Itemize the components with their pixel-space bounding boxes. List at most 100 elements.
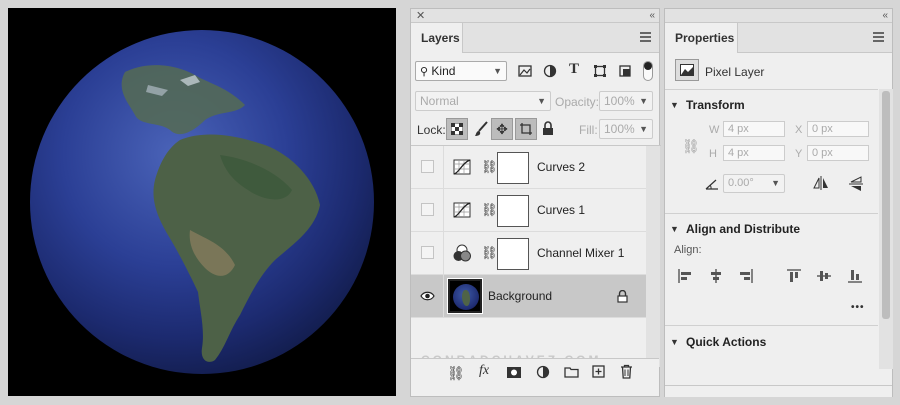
align-bottom-icon[interactable] bbox=[848, 269, 862, 283]
document-canvas[interactable] bbox=[8, 8, 396, 396]
align-top-icon[interactable] bbox=[787, 269, 801, 283]
quick-actions-section: ▼ Quick Actions bbox=[665, 325, 878, 365]
collapse-icon[interactable]: « bbox=[882, 9, 887, 22]
lock-all-icon[interactable] bbox=[542, 121, 554, 136]
chevron-down-icon: ▼ bbox=[771, 178, 780, 188]
lock-label: Lock: bbox=[417, 123, 446, 137]
chevron-down-icon: ▼ bbox=[639, 96, 648, 106]
blend-mode-value: Normal bbox=[420, 94, 459, 108]
layer-row-channel-mixer-1[interactable]: ⛓ Channel Mixer 1 bbox=[411, 232, 646, 275]
layer-type-label: Pixel Layer bbox=[705, 65, 765, 79]
link-dimensions-icon[interactable]: ⛓ bbox=[682, 138, 700, 155]
properties-panel: « Properties Pixel Layer ▼ Transform ⛓ W… bbox=[664, 8, 893, 397]
tab-layers[interactable]: Layers bbox=[411, 23, 463, 53]
align-section: ▼ Align and Distribute Align: ••• bbox=[665, 213, 878, 325]
tab-properties[interactable]: Properties bbox=[665, 23, 738, 53]
align-vertical-center-icon[interactable] bbox=[817, 269, 831, 283]
channel-mixer-icon bbox=[453, 244, 471, 262]
fx-icon[interactable]: fx bbox=[479, 363, 489, 379]
chevron-down-icon: ▼ bbox=[639, 124, 648, 134]
align-horizontal-center-icon[interactable] bbox=[709, 269, 723, 283]
link-chain-icon[interactable]: ⛓ bbox=[481, 245, 498, 261]
fill-input[interactable]: 100% ▼ bbox=[599, 119, 653, 139]
link-layers-icon[interactable]: ⛓ bbox=[447, 365, 465, 382]
panel-menu-icon[interactable] bbox=[873, 32, 884, 42]
filter-shape-icon[interactable] bbox=[593, 64, 607, 78]
w-label: W bbox=[709, 124, 720, 136]
opacity-value: 100% bbox=[604, 94, 635, 108]
properties-scrollbar[interactable] bbox=[879, 89, 893, 369]
opacity-input[interactable]: 100% ▼ bbox=[599, 91, 653, 111]
eye-icon[interactable] bbox=[420, 289, 435, 303]
layer-row-curves-2[interactable]: ⛓ Curves 2 bbox=[411, 146, 646, 189]
layer-name[interactable]: Background bbox=[488, 275, 552, 318]
align-left-icon[interactable] bbox=[678, 269, 692, 283]
visibility-column-divider bbox=[443, 232, 444, 275]
visibility-column-divider bbox=[443, 275, 444, 318]
close-icon[interactable]: ✕ bbox=[416, 9, 425, 23]
fill-label: Fill: bbox=[579, 123, 598, 137]
layer-mask-thumbnail[interactable] bbox=[497, 238, 529, 270]
width-input[interactable]: 4 px bbox=[723, 121, 785, 137]
flip-horizontal-icon[interactable] bbox=[813, 176, 829, 190]
filter-type-icon[interactable]: T bbox=[569, 61, 579, 78]
layer-thumbnail[interactable] bbox=[447, 278, 483, 314]
search-icon: ⚲ bbox=[420, 66, 429, 78]
x-input[interactable]: 0 px bbox=[807, 121, 869, 137]
earth-image bbox=[30, 30, 374, 374]
more-options-icon[interactable]: ••• bbox=[851, 302, 865, 313]
layer-mask-thumbnail[interactable] bbox=[497, 152, 529, 184]
scrollbar-thumb[interactable] bbox=[882, 91, 890, 319]
height-input[interactable]: 4 px bbox=[723, 145, 785, 161]
chevron-down-icon[interactable]: ▼ bbox=[670, 337, 679, 347]
trash-icon[interactable] bbox=[620, 364, 633, 379]
chevron-down-icon: ▼ bbox=[493, 66, 502, 76]
curves-adjustment-icon bbox=[453, 159, 471, 175]
link-chain-icon[interactable]: ⛓ bbox=[481, 159, 498, 175]
document-canvas-area bbox=[0, 0, 404, 405]
layers-scrollbar[interactable] bbox=[646, 146, 660, 367]
properties-bottom-strip bbox=[665, 385, 892, 397]
chevron-down-icon[interactable]: ▼ bbox=[670, 100, 679, 110]
collapse-icon[interactable]: « bbox=[649, 9, 654, 22]
new-layer-icon[interactable] bbox=[592, 365, 605, 378]
filter-smart-object-icon[interactable] bbox=[618, 64, 632, 78]
new-adjustment-icon[interactable] bbox=[536, 365, 550, 379]
lock-image-pixels-icon[interactable] bbox=[474, 121, 490, 137]
layer-mask-thumbnail[interactable] bbox=[497, 195, 529, 227]
align-right-icon[interactable] bbox=[739, 269, 753, 283]
lock-position-icon[interactable]: ✥ bbox=[491, 118, 513, 140]
layer-name[interactable]: Channel Mixer 1 bbox=[537, 232, 624, 275]
fill-value: 100% bbox=[604, 122, 635, 136]
lock-transparent-pixels-icon[interactable] bbox=[446, 118, 468, 140]
angle-icon bbox=[705, 179, 718, 190]
y-input[interactable]: 0 px bbox=[807, 145, 869, 161]
visibility-toggle[interactable] bbox=[421, 160, 434, 173]
x-label: X bbox=[795, 124, 803, 136]
flip-vertical-icon[interactable] bbox=[849, 176, 863, 192]
visibility-toggle[interactable] bbox=[421, 203, 434, 216]
filter-toggle-switch[interactable] bbox=[643, 61, 653, 81]
filter-pixel-icon[interactable] bbox=[518, 64, 532, 78]
filter-kind-value: Kind bbox=[431, 64, 456, 78]
link-chain-icon[interactable]: ⛓ bbox=[481, 202, 498, 218]
layer-name[interactable]: Curves 1 bbox=[537, 189, 585, 232]
transform-title[interactable]: Transform bbox=[686, 98, 745, 112]
quick-actions-title[interactable]: Quick Actions bbox=[686, 335, 766, 349]
blend-mode-select[interactable]: Normal ▼ bbox=[415, 91, 551, 111]
folder-icon[interactable] bbox=[564, 366, 579, 378]
layers-tabbar: Layers bbox=[411, 23, 659, 53]
align-title[interactable]: Align and Distribute bbox=[686, 222, 800, 236]
layer-row-background[interactable]: Background bbox=[411, 275, 646, 318]
layer-row-curves-1[interactable]: ⛓ Curves 1 bbox=[411, 189, 646, 232]
panel-menu-icon[interactable] bbox=[640, 32, 651, 42]
filter-adjustment-icon[interactable] bbox=[543, 64, 557, 78]
prevent-autonest-icon[interactable] bbox=[515, 118, 537, 140]
angle-input[interactable]: 0.00° ▼ bbox=[723, 174, 785, 193]
visibility-toggle[interactable] bbox=[421, 246, 434, 259]
chevron-down-icon[interactable]: ▼ bbox=[670, 224, 679, 234]
add-mask-icon[interactable] bbox=[507, 367, 521, 378]
south-america-landmass bbox=[121, 65, 320, 362]
filter-kind-select[interactable]: ⚲ Kind ▼ bbox=[415, 61, 507, 81]
layer-name[interactable]: Curves 2 bbox=[537, 146, 585, 189]
